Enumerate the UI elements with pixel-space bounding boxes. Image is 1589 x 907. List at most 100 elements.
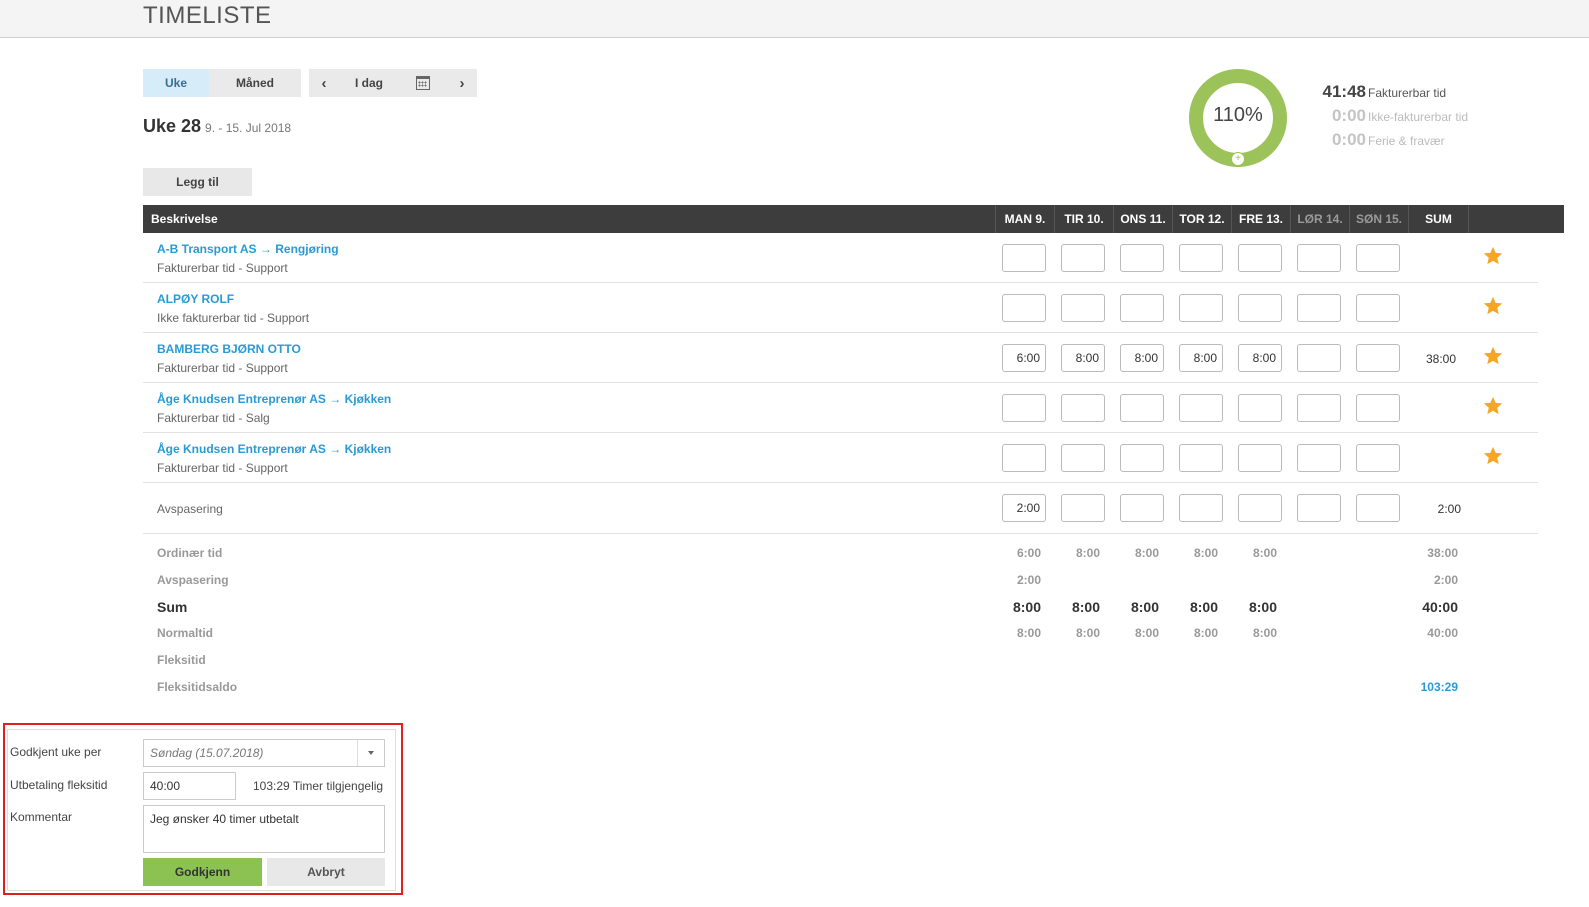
time-input[interactable] — [1179, 294, 1223, 322]
time-input[interactable] — [1061, 444, 1105, 472]
time-input[interactable] — [1179, 444, 1223, 472]
time-input[interactable]: 8:00 — [1179, 344, 1223, 372]
time-input[interactable] — [1297, 294, 1341, 322]
table-row: ALPØY ROLF Ikke fakturerbar tid - Support — [143, 283, 1538, 333]
summary-sum: 38:00 — [1427, 546, 1458, 560]
time-input[interactable] — [1179, 494, 1223, 522]
time-input[interactable] — [1120, 394, 1164, 422]
approved-week-label: Godkjent uke per — [10, 745, 102, 759]
time-input[interactable] — [1356, 494, 1400, 522]
activity-label: Ikke fakturerbar tid - Support — [157, 311, 310, 325]
time-input[interactable] — [1297, 244, 1341, 272]
star-icon[interactable] — [1482, 295, 1504, 317]
time-input[interactable] — [1356, 244, 1400, 272]
table-row: A-B Transport AS → Rengjøring Fakturerbar… — [143, 233, 1538, 283]
summary-value: 8:00 — [1193, 546, 1218, 560]
approve-button[interactable]: Godkjenn — [143, 858, 262, 886]
comment-field[interactable]: Jeg ønsker 40 timer utbetalt — [143, 805, 385, 853]
vacation-value: 0:00 — [1331, 130, 1366, 149]
time-input[interactable] — [1356, 294, 1400, 322]
time-input[interactable] — [1120, 494, 1164, 522]
time-input[interactable] — [1002, 244, 1046, 272]
available-label: Timer tilgjengelig — [292, 779, 384, 793]
flex-payout-label: Utbetaling fleksitid — [10, 778, 108, 792]
star-icon[interactable] — [1482, 345, 1504, 367]
summary-row: Avspasering 2:00 2:00 — [143, 573, 1538, 593]
project-link[interactable]: Åge Knudsen Entreprenør AS → Kjøkken — [157, 392, 391, 406]
week-view-button[interactable]: Uke — [143, 69, 209, 97]
approved-week-select[interactable]: Søndag (15.07.2018) — [143, 739, 385, 767]
time-input[interactable] — [1297, 394, 1341, 422]
time-input[interactable]: 8:00 — [1120, 344, 1164, 372]
plus-icon[interactable]: + — [1231, 152, 1245, 166]
week-number: Uke 28 — [143, 116, 202, 136]
add-entry-button[interactable]: Legg til — [143, 168, 252, 196]
time-input[interactable] — [1061, 494, 1105, 522]
time-input[interactable] — [1120, 444, 1164, 472]
time-input[interactable] — [1297, 444, 1341, 472]
flex-payout-input[interactable] — [143, 772, 236, 800]
project-link[interactable]: A-B Transport AS → Rengjøring — [157, 242, 339, 256]
summary-value: 8:00 — [1130, 599, 1159, 615]
next-week-button[interactable]: › — [447, 69, 477, 97]
time-input[interactable] — [1356, 344, 1400, 372]
time-input[interactable] — [1179, 394, 1223, 422]
time-input[interactable] — [1179, 244, 1223, 272]
time-stats: 41:48 Fakturerbar tid 0:00 Ikke-fakturer… — [1314, 82, 1469, 154]
time-input[interactable] — [1061, 394, 1105, 422]
summary-value: 8:00 — [1189, 599, 1218, 615]
billable-value: 41:48 — [1322, 82, 1366, 101]
time-input[interactable] — [1002, 444, 1046, 472]
summary-value: 2:00 — [1016, 573, 1041, 587]
summary-value: 8:00 — [1012, 599, 1041, 615]
time-input[interactable] — [1002, 394, 1046, 422]
top-bar: TIMELISTE — [0, 0, 1589, 38]
star-icon[interactable] — [1482, 245, 1504, 267]
summary-label: Normaltid — [157, 626, 214, 640]
calendar-button[interactable] — [399, 69, 447, 97]
star-icon[interactable] — [1482, 445, 1504, 467]
time-input[interactable] — [1238, 494, 1282, 522]
time-input[interactable] — [1002, 294, 1046, 322]
time-input[interactable]: 6:00 — [1002, 344, 1046, 372]
table-header: Beskrivelse MAN 9. TIR 10. ONS 11. TOR 12. F… — [143, 205, 1564, 233]
time-input[interactable] — [1238, 294, 1282, 322]
time-input[interactable]: 8:00 — [1238, 344, 1282, 372]
summary-sum: 40:00 — [1427, 626, 1458, 640]
description-header: Beskrivelse — [151, 212, 218, 226]
today-button[interactable]: I dag — [339, 69, 399, 97]
cancel-button[interactable]: Avbryt — [267, 858, 385, 886]
view-toggle: Uke Måned — [143, 69, 301, 97]
time-input[interactable]: 2:00 — [1002, 494, 1046, 522]
time-input[interactable] — [1238, 244, 1282, 272]
time-input[interactable]: 8:00 — [1061, 344, 1105, 372]
summary-label: Avspasering — [157, 573, 229, 587]
project-link[interactable]: ALPØY ROLF — [157, 292, 234, 306]
project-link[interactable]: Åge Knudsen Entreprenør AS → Kjøkken — [157, 442, 391, 456]
time-input[interactable] — [1120, 244, 1164, 272]
time-input[interactable] — [1297, 494, 1341, 522]
time-input[interactable] — [1238, 444, 1282, 472]
summary-value: 8:00 — [1252, 626, 1277, 640]
summary-value: 8:00 — [1075, 626, 1100, 640]
time-input[interactable] — [1356, 444, 1400, 472]
month-view-button[interactable]: Måned — [209, 69, 301, 97]
time-input[interactable] — [1061, 294, 1105, 322]
summary-label: Ordinær tid — [157, 546, 223, 560]
summary-label: Sum — [157, 599, 188, 615]
date-navigation: ‹ I dag › — [309, 69, 477, 97]
activity-label: Fakturerbar tid - Support — [157, 461, 288, 475]
chevron-down-icon[interactable] — [357, 740, 384, 766]
time-input[interactable] — [1238, 394, 1282, 422]
prev-week-button[interactable]: ‹ — [309, 69, 339, 97]
time-input[interactable] — [1061, 244, 1105, 272]
summary-sum[interactable]: 103:29 — [1408, 680, 1458, 694]
time-input[interactable] — [1297, 344, 1341, 372]
row-sum: 38:00 — [1425, 352, 1456, 366]
time-input[interactable] — [1120, 294, 1164, 322]
star-icon[interactable] — [1482, 395, 1504, 417]
project-link[interactable]: BAMBERG BJØRN OTTO — [157, 342, 301, 356]
summary-label: Fleksitid — [157, 653, 206, 667]
non-billable-stat: 0:00 Ikke-fakturerbar tid — [1314, 106, 1468, 130]
time-input[interactable] — [1356, 394, 1400, 422]
